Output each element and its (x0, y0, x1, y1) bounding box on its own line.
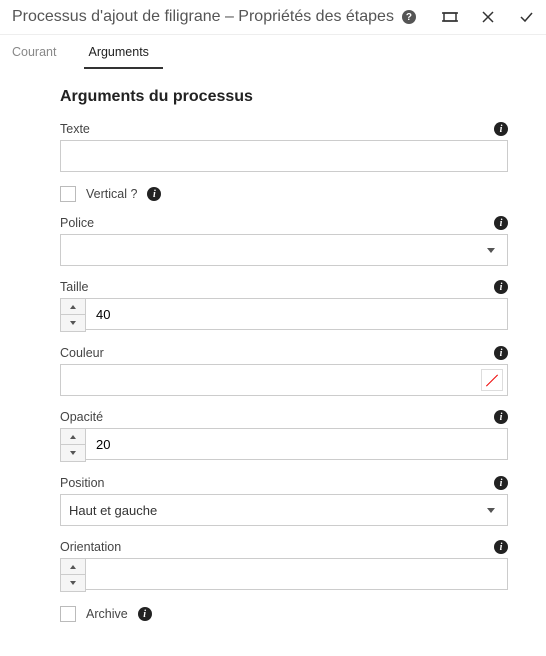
chevron-up-icon (70, 435, 76, 439)
stepper-down-button[interactable] (61, 445, 85, 461)
field-couleur: Couleur i (60, 346, 508, 396)
info-icon[interactable]: i (494, 280, 508, 294)
header-actions (442, 9, 534, 25)
checkbox-vertical[interactable] (60, 186, 76, 202)
label-archive: Archive (86, 607, 128, 621)
info-icon[interactable]: i (494, 476, 508, 490)
field-orientation: Orientation i (60, 540, 508, 592)
label-opacite: Opacité (60, 410, 103, 424)
section-title: Arguments du processus (60, 88, 508, 106)
input-texte[interactable] (60, 140, 508, 172)
chevron-up-icon (70, 305, 76, 309)
stepper-up-button[interactable] (61, 429, 85, 445)
info-icon[interactable]: i (494, 216, 508, 230)
chevron-down-icon (487, 248, 495, 253)
label-vertical: Vertical ? (86, 187, 137, 201)
stepper-taille (60, 298, 86, 332)
info-icon[interactable]: i (147, 187, 161, 201)
chevron-down-icon (487, 508, 495, 513)
field-archive: Archive i (60, 606, 508, 622)
field-vertical: Vertical ? i (60, 186, 508, 202)
dialog-title: Processus d'ajout de filigrane – Proprié… (12, 8, 394, 26)
dialog-header: Processus d'ajout de filigrane – Proprié… (0, 0, 546, 35)
label-orientation: Orientation (60, 540, 121, 554)
field-police: Police i (60, 216, 508, 266)
input-taille[interactable] (86, 298, 508, 330)
info-icon[interactable]: i (494, 540, 508, 554)
form-content: Arguments du processus Texte i Vertical … (0, 70, 546, 656)
checkbox-archive[interactable] (60, 606, 76, 622)
tab-arguments[interactable]: Arguments (84, 35, 162, 69)
info-icon[interactable]: i (494, 410, 508, 424)
select-position[interactable]: Haut et gauche (60, 494, 508, 526)
color-swatch-none (481, 369, 503, 391)
info-icon[interactable]: i (494, 122, 508, 136)
label-police: Police (60, 216, 94, 230)
confirm-icon[interactable] (518, 9, 534, 25)
help-icon[interactable]: ? (402, 10, 416, 24)
field-taille: Taille i (60, 280, 508, 332)
label-taille: Taille (60, 280, 89, 294)
input-opacite[interactable] (86, 428, 508, 460)
stepper-up-button[interactable] (61, 299, 85, 315)
stepper-down-button[interactable] (61, 575, 85, 591)
field-position: Position i Haut et gauche (60, 476, 508, 526)
label-position: Position (60, 476, 104, 490)
stepper-orientation (60, 558, 86, 592)
stepper-up-button[interactable] (61, 559, 85, 575)
field-opacite: Opacité i (60, 410, 508, 462)
stepper-down-button[interactable] (61, 315, 85, 331)
info-icon[interactable]: i (138, 607, 152, 621)
label-texte: Texte (60, 122, 90, 136)
chevron-down-icon (70, 581, 76, 585)
input-orientation[interactable] (86, 558, 508, 590)
info-icon[interactable]: i (494, 346, 508, 360)
select-position-value: Haut et gauche (69, 503, 157, 518)
stepper-opacite (60, 428, 86, 462)
chevron-up-icon (70, 565, 76, 569)
chevron-down-icon (70, 451, 76, 455)
chevron-down-icon (70, 321, 76, 325)
select-police[interactable] (60, 234, 508, 266)
input-couleur[interactable] (60, 364, 508, 396)
close-icon[interactable] (480, 9, 496, 25)
dialog-title-row: Processus d'ajout de filigrane – Proprié… (12, 8, 442, 26)
field-texte: Texte i (60, 122, 508, 172)
label-couleur: Couleur (60, 346, 104, 360)
tabs: Courant Arguments (0, 35, 546, 70)
tab-common[interactable]: Courant (8, 35, 70, 69)
fullscreen-icon[interactable] (442, 9, 458, 25)
